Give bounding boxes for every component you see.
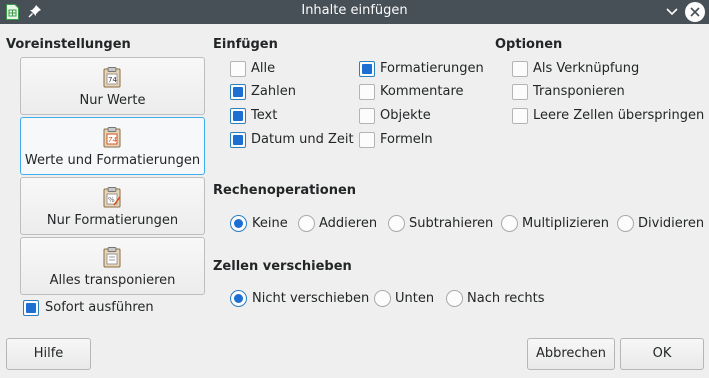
operation-none-radio[interactable] <box>230 215 247 232</box>
option-transpose-label: Transponieren <box>533 84 625 99</box>
operation-subtract-label: Subtrahieren <box>409 216 494 231</box>
run-immediately-label: Sofort ausführen <box>45 300 154 315</box>
clipboard-values-icon: 74 <box>103 67 121 88</box>
clipboard-values-formats-icon: 74 <box>103 127 121 148</box>
insert-formulas-checkbox[interactable] <box>359 132 375 148</box>
insert-datetime-checkbox[interactable] <box>230 132 246 148</box>
insert-formats-checkbox[interactable] <box>359 61 375 77</box>
preset-transpose-all-button[interactable]: Alles transponieren <box>20 237 205 295</box>
shift-down-radio[interactable] <box>374 290 391 307</box>
shift-none-label: Nicht verschieben <box>252 291 370 306</box>
insert-numbers-checkbox[interactable] <box>230 84 246 100</box>
insert-formulas-label: Formeln <box>380 132 433 147</box>
svg-text:%: % <box>108 196 115 204</box>
insert-all-label: Alle <box>251 61 276 76</box>
insert-numbers-label: Zahlen <box>251 84 296 99</box>
insert-text-label: Text <box>251 108 278 123</box>
operation-add-radio[interactable] <box>298 215 315 232</box>
operation-subtract-radio[interactable] <box>388 215 405 232</box>
window-title: Inhalte einfügen <box>301 3 408 18</box>
shift-right-radio[interactable] <box>446 290 463 307</box>
operation-multiply-radio[interactable] <box>501 215 518 232</box>
chevron-down-icon[interactable] <box>664 4 680 20</box>
preset-label: Alles transponieren <box>49 273 176 288</box>
cancel-button[interactable]: Abbrechen <box>527 338 615 370</box>
insert-datetime-label: Datum und Zeit <box>251 132 354 147</box>
insert-text-checkbox[interactable] <box>230 108 246 124</box>
svg-text:74: 74 <box>108 136 117 144</box>
operation-divide-radio[interactable] <box>617 215 634 232</box>
options-title: Optionen <box>495 37 563 52</box>
presets-title: Voreinstellungen <box>6 37 131 52</box>
run-immediately-checkbox[interactable] <box>23 300 39 316</box>
close-button[interactable] <box>685 2 705 22</box>
preset-label: Nur Formatierungen <box>46 213 179 228</box>
operation-add-label: Addieren <box>319 216 378 231</box>
preset-values-formats-button[interactable]: 74 Werte und Formatierungen <box>20 117 205 175</box>
preset-formats-only-button[interactable]: % Nur Formatierungen <box>20 177 205 235</box>
option-skip-empty-label: Leere Zellen überspringen <box>533 108 705 123</box>
operation-divide-label: Dividieren <box>638 216 705 231</box>
operations-title: Rechenoperationen <box>213 183 357 198</box>
close-icon <box>690 7 700 17</box>
insert-objects-checkbox[interactable] <box>359 108 375 124</box>
option-link-checkbox[interactable] <box>512 61 528 77</box>
preset-label: Werte und Formatierungen <box>24 153 201 168</box>
option-link-label: Als Verknüpfung <box>533 61 640 76</box>
svg-text:74: 74 <box>108 76 117 84</box>
operation-none-label: Keine <box>252 216 288 231</box>
insert-title: Einfügen <box>213 37 278 52</box>
ok-button[interactable]: OK <box>620 338 704 370</box>
title-bar: Inhalte einfügen <box>0 0 709 24</box>
clipboard-formats-icon: % <box>103 187 121 208</box>
insert-comments-checkbox[interactable] <box>359 84 375 100</box>
insert-formats-label: Formatierungen <box>380 61 484 76</box>
insert-objects-label: Objekte <box>380 108 431 123</box>
clipboard-transpose-icon <box>103 247 121 268</box>
preset-values-only-button[interactable]: 74 Nur Werte <box>20 57 205 115</box>
option-skip-empty-checkbox[interactable] <box>512 108 528 124</box>
shift-title: Zellen verschieben <box>213 259 352 274</box>
shift-down-label: Unten <box>395 291 435 306</box>
option-transpose-checkbox[interactable] <box>512 84 528 100</box>
shift-none-radio[interactable] <box>230 290 247 307</box>
insert-all-checkbox[interactable] <box>230 61 246 77</box>
insert-comments-label: Kommentare <box>380 84 464 99</box>
preset-label: Nur Werte <box>79 93 146 108</box>
operation-multiply-label: Multiplizieren <box>522 216 609 231</box>
shift-right-label: Nach rechts <box>467 291 545 306</box>
help-button[interactable]: Hilfe <box>6 338 91 370</box>
